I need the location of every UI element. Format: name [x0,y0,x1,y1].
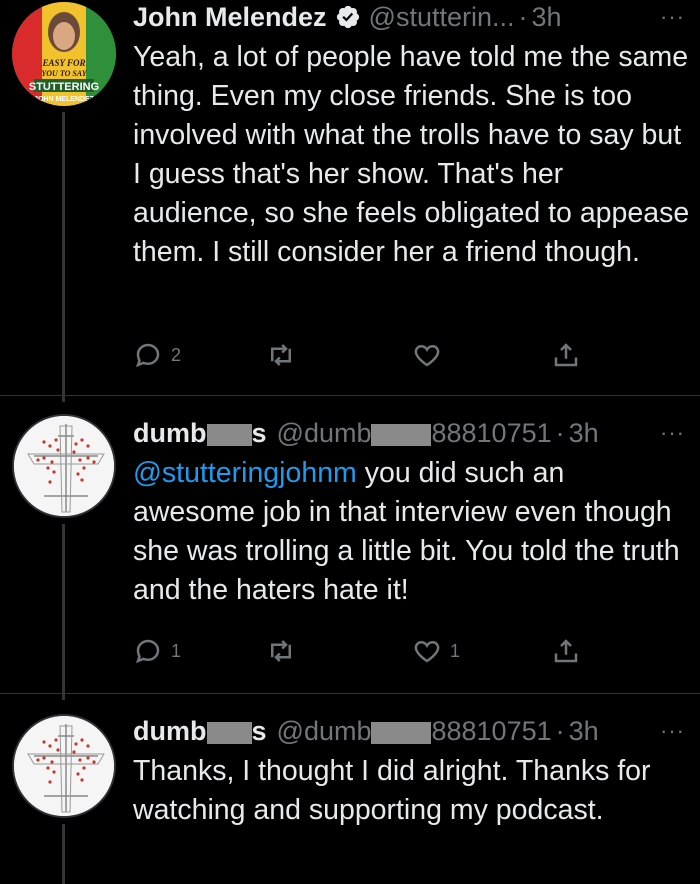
avatar-line-1: EASY FOR [42,58,86,68]
tweet-divider [0,693,700,694]
thread-line [62,824,65,884]
tweet-text: Yeah, a lot of people have told me the s… [133,41,690,268]
reply-count: 2 [171,344,182,365]
redaction-bar [206,423,252,446]
avatar-image [14,416,114,516]
handle-start: @dumb [276,418,372,448]
display-name-end: s [251,418,267,448]
heart-icon [414,344,440,367]
timestamp[interactable]: 3h [569,416,599,450]
handle[interactable]: @stutterin... [369,0,515,34]
display-name-start: dumb [133,716,207,746]
tweet-text: @stutteringjohnm you did such an awesome… [133,454,693,610]
handle-end: 88810751 [431,418,552,448]
more-options-icon[interactable]: ··· [660,416,693,450]
avatar-line-3: STUTTERING [29,81,99,93]
tweet-header: John Melendez @stutterin... · 3h ··· [133,0,693,34]
reply-button[interactable]: 1 [133,636,181,666]
avatar[interactable]: EASY FOR YOU TO SAY STUTTERING JOHN MELE… [12,2,116,106]
share-icon [554,639,578,663]
reply-icon [135,343,160,368]
like-button[interactable]: 1 [412,636,460,666]
redaction-bar [371,423,432,446]
tweet-text: Thanks, I thought I did alright. Thanks … [133,755,651,826]
tweet-actions: 2 [133,340,633,372]
separator-dot: · [555,716,565,746]
handle-end: 88810751 [431,716,552,746]
tweet-divider [0,395,700,396]
handle[interactable]: @dumb 88810751 [277,714,552,748]
display-name[interactable]: dumb s [133,416,267,450]
thread-line [62,524,65,700]
reply-icon [135,639,160,664]
reply-count: 1 [171,640,182,661]
avatar[interactable] [12,414,116,518]
timestamp[interactable]: 3h [532,0,562,34]
share-button[interactable] [551,636,581,666]
like-button[interactable] [412,340,442,370]
avatar[interactable] [12,714,116,818]
display-name[interactable]: dumb s [133,714,267,748]
tweet-header: dumb s @dumb 88810751 · 3h ··· [133,714,693,748]
display-name-start: dumb [133,418,207,448]
more-options-icon[interactable]: ··· [660,0,693,34]
display-name[interactable]: John Melendez [133,0,327,34]
avatar-line-2: YOU TO SAY [41,69,87,78]
avatar-image: EASY FOR YOU TO SAY STUTTERING JOHN MELE… [12,2,116,106]
reply-button[interactable]: 2 [133,340,181,370]
handle-start: @dumb [276,716,372,746]
thread-line [62,112,65,402]
retweet-icon [271,344,291,366]
share-icon [554,343,578,367]
avatar-line-4: JOHN MELENDEZ [34,96,95,103]
timestamp[interactable]: 3h [569,714,599,748]
handle[interactable]: @dumb 88810751 [277,416,552,450]
mention-link[interactable]: @stutteringjohnm [133,457,357,489]
separator-dot: · [555,418,565,448]
redaction-bar [371,721,432,744]
like-count: 1 [450,640,461,661]
retweet-icon [271,640,291,662]
heart-icon [414,640,440,663]
separator-dot: · [518,2,528,32]
retweet-button[interactable] [266,636,296,666]
more-options-icon[interactable]: ··· [660,714,693,748]
display-name-end: s [251,716,267,746]
redaction-bar [206,721,252,744]
tweet-header: dumb s @dumb 88810751 · 3h ··· [133,416,693,450]
share-button[interactable] [551,340,581,370]
tweet-actions: 1 1 [133,636,633,668]
verified-badge-icon [336,5,359,29]
avatar-image [14,716,114,816]
retweet-button[interactable] [266,340,296,370]
